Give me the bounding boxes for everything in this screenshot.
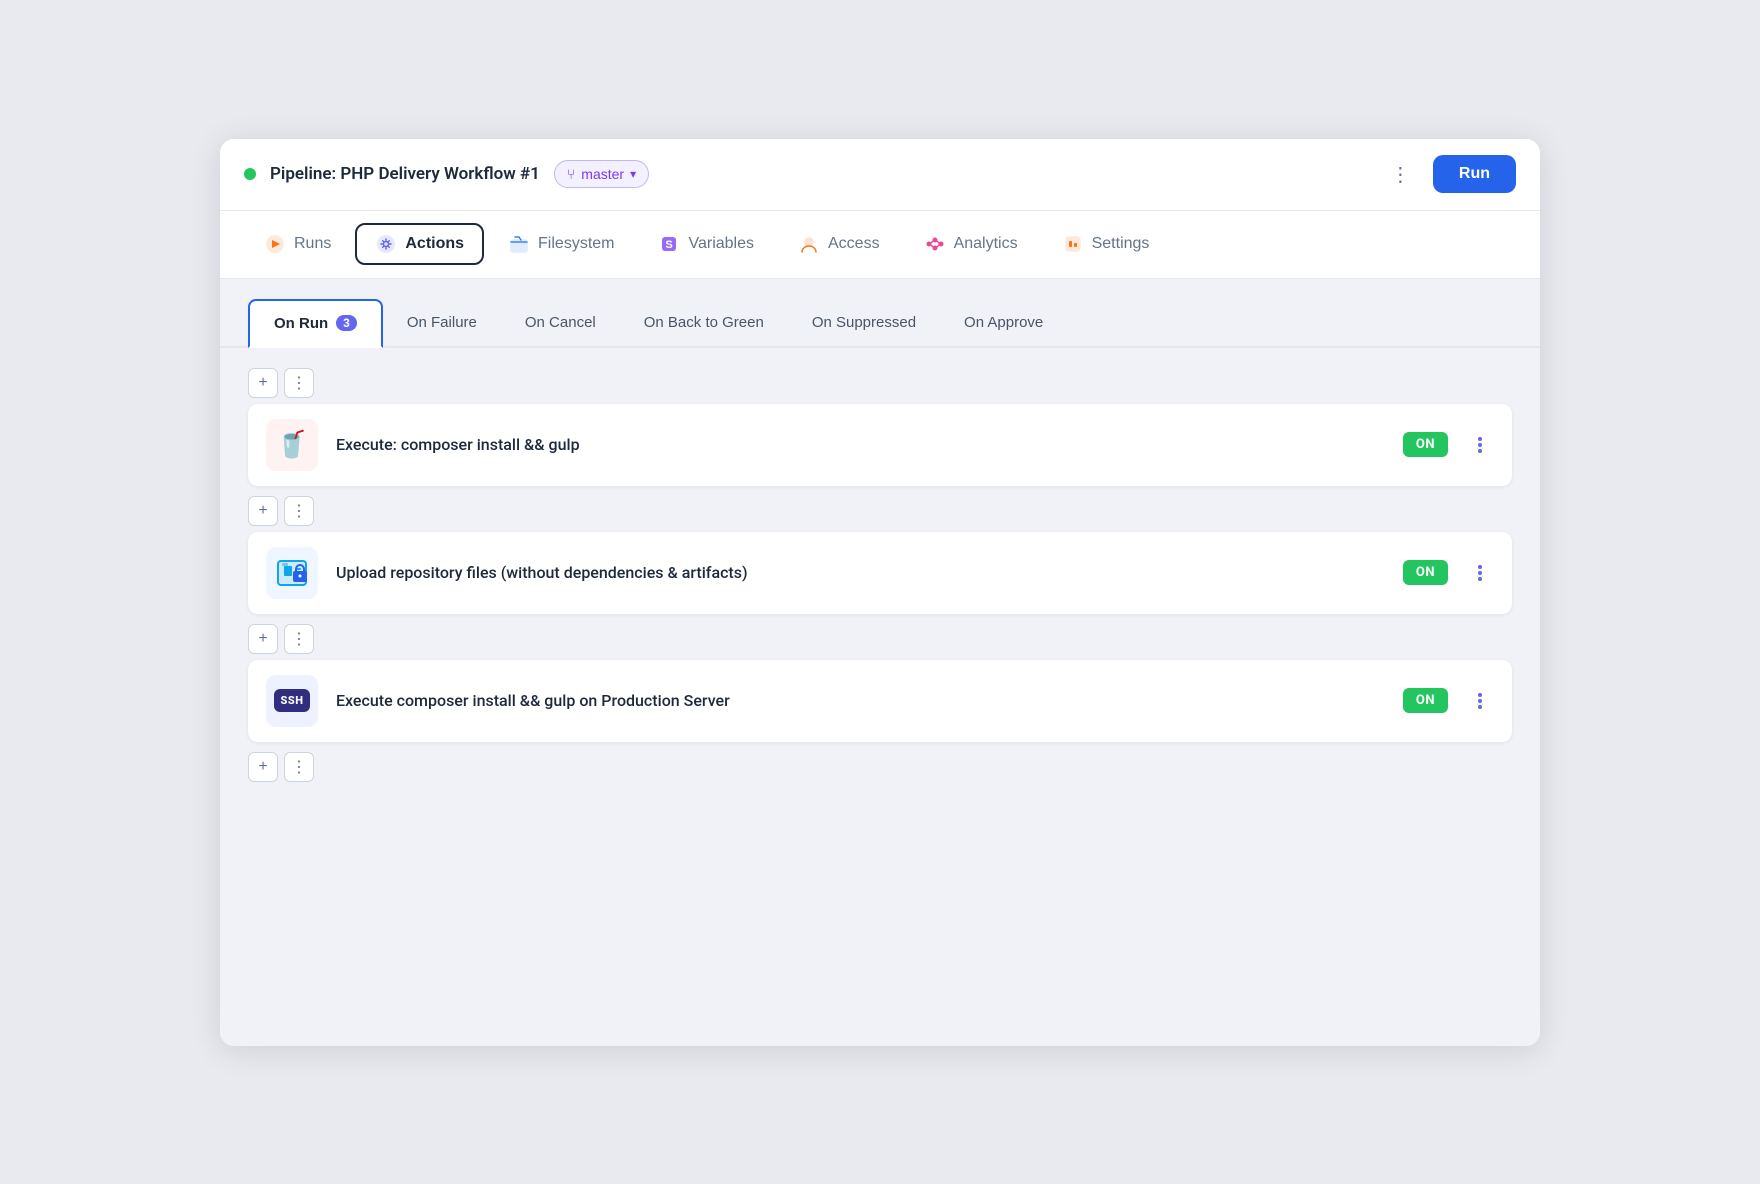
action-icon-3: SSH [266,675,318,727]
content-area: + ⋮ 🥤 Execute: composer install && gulp … [220,346,1540,1046]
action-icon-1: 🥤 [266,419,318,471]
add-button-2[interactable]: + [248,496,278,526]
header: Pipeline: PHP Delivery Workflow #1 ⑂ mas… [220,139,1540,211]
ssh-label: SSH [274,689,311,712]
branch-chevron-icon: ▾ [630,167,636,181]
action-title-1: Execute: composer install && gulp [336,435,1385,454]
branch-label: master [581,166,624,182]
action-card-3: SSH Execute composer install && gulp on … [248,660,1512,742]
filesystem-icon [508,233,530,255]
action-row-bottom: + ⋮ [248,742,1512,788]
settings-icon [1062,233,1084,255]
add-button-3[interactable]: + [248,624,278,654]
more-options-button[interactable]: ⋮ [1383,156,1419,192]
add-button-1[interactable]: + [248,368,278,398]
action-title-3: Execute composer install && gulp on Prod… [336,691,1385,710]
sub-tab-on-suppressed[interactable]: On Suppressed [788,300,940,345]
action-row-1: + ⋮ [248,358,1512,404]
sub-tab-on-cancel[interactable]: On Cancel [501,300,620,345]
tab-access[interactable]: Access [778,223,900,265]
add-button-bottom[interactable]: + [248,752,278,782]
sub-tab-on-back-to-green[interactable]: On Back to Green [620,300,788,345]
sub-tab-on-approve[interactable]: On Approve [940,300,1067,345]
more-button-2[interactable]: ⋮ [284,496,314,526]
tab-actions[interactable]: Actions [355,223,484,265]
action-menu-button-3[interactable] [1466,684,1494,718]
tab-runs[interactable]: Runs [244,223,351,265]
on-run-badge: 3 [336,315,357,331]
main-window: Pipeline: PHP Delivery Workflow #1 ⑂ mas… [220,139,1540,1046]
action-status-3[interactable]: ON [1403,688,1448,713]
header-right: ⋮ Run [1383,155,1516,193]
action-card-2: Upload repository files (without depende… [248,532,1512,614]
actions-icon [375,233,397,255]
variables-icon: S [658,233,680,255]
nav-tabs: Runs Actions Filesystem S Variabl [220,211,1540,279]
access-icon [798,233,820,255]
pipeline-title: Pipeline: PHP Delivery Workflow #1 [270,164,540,184]
upload-icon [274,555,310,591]
pipeline-status-dot [244,168,256,180]
tab-filesystem[interactable]: Filesystem [488,223,634,265]
tab-analytics[interactable]: Analytics [904,223,1038,265]
analytics-icon [924,233,946,255]
action-menu-button-2[interactable] [1466,556,1494,590]
tab-settings[interactable]: Settings [1042,223,1170,265]
more-button-3[interactable]: ⋮ [284,624,314,654]
sub-tab-on-failure[interactable]: On Failure [383,300,501,345]
tab-variables[interactable]: S Variables [638,223,774,265]
runs-icon [264,233,286,255]
action-row-3: + ⋮ [248,614,1512,660]
action-menu-button-1[interactable] [1466,428,1494,462]
run-button[interactable]: Run [1433,155,1516,193]
svg-text:S: S [666,239,673,251]
more-button-1[interactable]: ⋮ [284,368,314,398]
header-left: Pipeline: PHP Delivery Workflow #1 ⑂ mas… [244,160,649,188]
branch-selector[interactable]: ⑂ master ▾ [554,160,649,188]
action-title-2: Upload repository files (without depende… [336,563,1385,582]
sub-tab-on-run[interactable]: On Run 3 [248,299,383,348]
sub-tabs: On Run 3 On Failure On Cancel On Back to… [220,279,1540,346]
more-button-bottom[interactable]: ⋮ [284,752,314,782]
action-row-2: + ⋮ [248,486,1512,532]
action-card-1: 🥤 Execute: composer install && gulp ON [248,404,1512,486]
branch-icon: ⑂ [567,166,575,182]
action-icon-2 [266,547,318,599]
action-status-1[interactable]: ON [1403,432,1448,457]
action-status-2[interactable]: ON [1403,560,1448,585]
